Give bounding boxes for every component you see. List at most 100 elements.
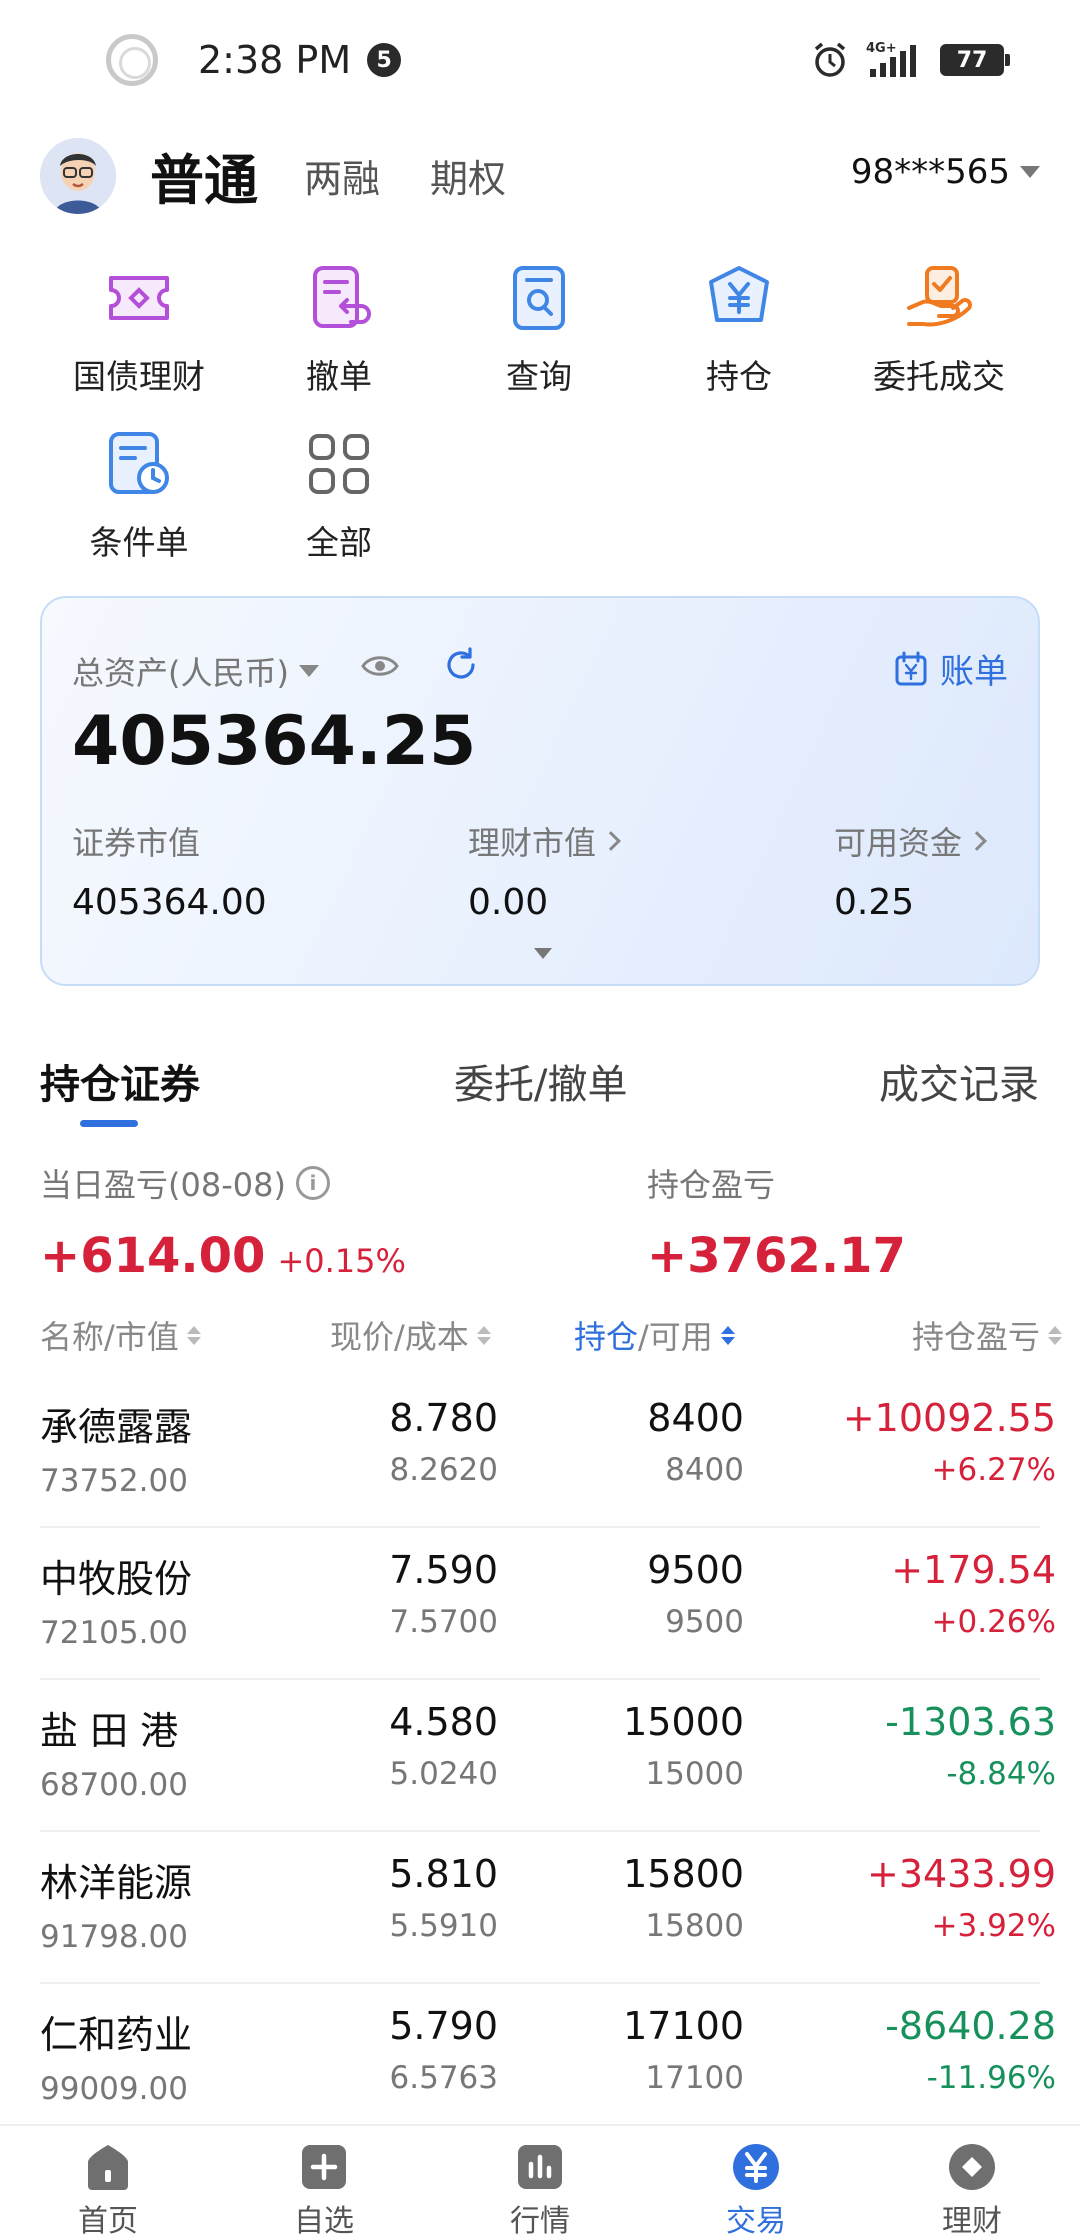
asset-summary-card: 总资产(人民币) 账单 405364.25 证券市值 405364.00 理财市… [40,596,1040,986]
ticket-icon [109,276,169,320]
tab-normal-account[interactable]: 普通 [150,136,258,215]
sort-icon [186,1325,201,1345]
sort-icon [476,1325,491,1345]
info-icon[interactable]: i [295,1166,330,1200]
sort-by-quantity[interactable]: 持仓/可用 [574,1312,735,1358]
plus-square-icon [302,2145,346,2189]
quick-action-position[interactable]: 持仓 [639,260,839,398]
market-value: 99009.00 [40,2071,188,2107]
market-value: 72105.00 [40,1615,188,1651]
cash-value-block[interactable]: 可用资金 0.25 [834,818,987,923]
cost-price: 8.2620 [389,1452,498,1488]
position-qty: 9500 [647,1548,744,1592]
quick-action-label: 持仓 [706,357,772,396]
current-price: 5.810 [389,1852,498,1896]
bottom-nav: 首页 自选 行情 交易 理财 [0,2124,1080,2240]
nav-home[interactable]: 首页 [38,2142,178,2240]
quick-action-label: 委托成交 [873,357,1005,396]
stock-name: 承德露露 [40,1405,193,1449]
market-value: 91798.00 [40,1919,188,1955]
wealth-label: 理财市值 [468,824,597,862]
sort-active-icon [720,1325,735,1345]
refresh-icon[interactable] [442,646,480,684]
wealth-value-block[interactable]: 理财市值 0.00 [468,818,621,923]
position-qty: 15800 [623,1852,744,1896]
quick-action-label: 国债理财 [73,357,205,396]
securities-value: 405364.00 [72,882,267,923]
position-qty: 17100 [623,2004,744,2048]
available-qty: 15000 [645,1756,744,1792]
securities-label: 证券市值 [72,824,201,862]
chevron-right-icon [967,831,987,851]
quick-action-conditional[interactable]: 条件单 [39,426,239,564]
tab-options-account[interactable]: 期权 [430,148,506,203]
eye-icon[interactable] [360,646,400,686]
table-row[interactable]: 盐 田 港 68700.00 4.580 5.0240 15000 15000 -13… [40,1680,1056,1832]
position-pnl-label: 持仓盈亏 [647,1166,776,1204]
network-label: 4G+ [866,41,897,56]
cost-price: 5.5910 [389,1908,498,1944]
nav-label: 首页 [78,2204,138,2239]
cash-label: 可用资金 [834,824,963,862]
cost-price: 6.5763 [389,2060,498,2096]
nav-trade[interactable]: 交易 [686,2142,826,2240]
current-price: 8.780 [389,1396,498,1440]
table-row[interactable]: 中牧股份 72105.00 7.590 7.5700 9500 9500 +179.5… [40,1528,1056,1680]
sort-by-name[interactable]: 名称/市值 [40,1312,201,1358]
nav-label: 理财 [942,2204,1002,2239]
nav-wealth[interactable]: 理财 [902,2142,1042,2240]
expand-caret-icon[interactable] [534,948,552,959]
total-assets-value: 405364.25 [72,702,477,781]
quick-action-cancel[interactable]: 撤单 [239,260,439,398]
wealth-value: 0.00 [468,882,549,923]
daily-pnl-value: +614.00 [40,1228,266,1284]
sort-by-pnl[interactable]: 持仓盈亏 [912,1312,1062,1358]
position-pnl-percent: -11.96% [926,2060,1056,2096]
table-row[interactable]: 林洋能源 91798.00 5.810 5.5910 15800 15800 +343… [40,1832,1056,1984]
table-row[interactable]: 仁和药业 99009.00 5.790 6.5763 17100 17100 -864… [40,1984,1056,2136]
yen-circle-icon [733,2144,779,2190]
position-pnl: -8640.28 [885,2004,1056,2048]
quick-action-bond[interactable]: 国债理财 [39,260,239,398]
nav-market[interactable]: 行情 [470,2142,610,2240]
calendar-yen-icon [895,651,927,685]
quick-action-all[interactable]: 全部 [239,426,439,564]
stock-name: 仁和药业 [40,2013,193,2057]
daily-pnl-block: 当日盈亏(08-08) i +614.00 +0.15% [40,1160,406,1284]
table-row[interactable]: 承德露露 73752.00 8.780 8.2620 8400 8400 +10092… [40,1376,1056,1528]
sort-by-price[interactable]: 现价/成本 [330,1312,491,1358]
tab-orders-cancel[interactable]: 委托/撤单 [454,1052,627,1110]
daily-pnl-label: 当日盈亏(08-08) [40,1166,286,1204]
nav-watchlist[interactable]: 自选 [254,2142,394,2240]
chevron-right-icon [601,831,621,851]
currency-selector[interactable]: 总资产(人民币) [72,648,319,694]
position-pnl: +179.54 [891,1548,1056,1592]
holdings-list: 承德露露 73752.00 8.780 8.2620 8400 8400 +10092… [0,1376,1080,2136]
bill-link[interactable]: 账单 [894,644,1008,693]
position-qty: 8400 [647,1396,744,1440]
position-qty: 15000 [623,1700,744,1744]
current-price: 4.580 [389,1700,498,1744]
daily-pnl-percent: +0.15% [277,1242,406,1280]
avatar[interactable] [40,138,116,214]
quick-action-label: 查询 [506,357,572,396]
quick-action-label: 撤单 [306,357,372,396]
account-selector[interactable]: 98***565 [851,152,1040,192]
holdings-table-header: 名称/市值 现价/成本 持仓/可用 持仓盈亏 [0,1312,1080,1362]
tab-trade-records[interactable]: 成交记录 [879,1052,1039,1110]
tab-margin-account[interactable]: 两融 [304,148,380,203]
column-name-label: 名称/市值 [40,1318,179,1356]
quick-action-orders[interactable]: 委托成交 [839,260,1039,398]
position-pnl-percent: +6.27% [931,1452,1056,1488]
query-icon [513,266,565,330]
available-qty: 15800 [645,1908,744,1944]
quick-action-query[interactable]: 查询 [439,260,639,398]
position-pnl: +10092.55 [842,1396,1056,1440]
current-price: 7.590 [389,1548,498,1592]
market-value: 68700.00 [40,1767,188,1803]
nav-label: 行情 [510,2204,570,2239]
column-price-label: 现价/成本 [330,1318,469,1356]
stock-name: 中牧股份 [40,1557,193,1601]
column-available-label: /可用 [638,1318,713,1356]
tab-positions[interactable]: 持仓证券 [40,1052,200,1110]
